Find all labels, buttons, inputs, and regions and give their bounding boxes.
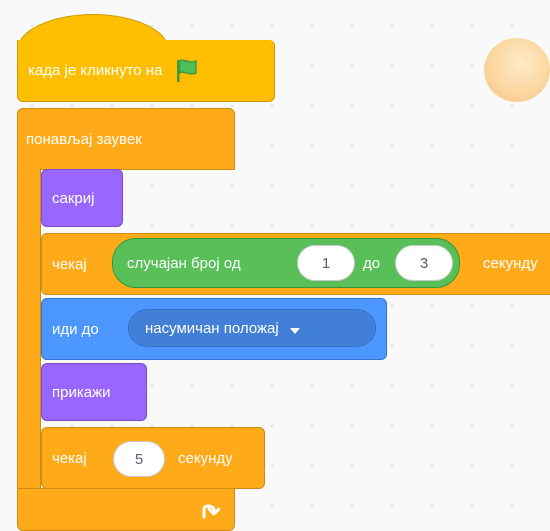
sprite-thumbnail <box>484 38 550 102</box>
seconds-label: секунду <box>483 255 538 272</box>
wait2-seconds-label: секунду <box>178 450 233 467</box>
random-from-input[interactable]: 1 <box>297 245 355 281</box>
when-flag-clicked-block[interactable]: када је кликнуто на <box>17 40 275 102</box>
forever-arm[interactable] <box>17 168 41 490</box>
hide-block[interactable]: сакриј <box>41 169 123 227</box>
green-flag-icon <box>174 58 202 84</box>
wait-label: чекај <box>52 255 87 273</box>
random-to-input[interactable]: 3 <box>395 245 453 281</box>
wait2-input[interactable]: 5 <box>113 441 165 477</box>
goto-target-dropdown[interactable]: насумичан положај <box>128 309 376 347</box>
code-area[interactable]: када је кликнуто на понављај заувек сакр… <box>0 0 550 531</box>
forever-block[interactable]: понављај заувек <box>17 108 235 170</box>
goto-label: иди до <box>52 320 99 338</box>
forever-bottom[interactable] <box>17 488 235 531</box>
dropdown-caret-icon <box>289 323 301 334</box>
goto-target-value: насумичан положај <box>145 319 279 337</box>
show-label: прикажи <box>52 383 111 401</box>
when-flag-clicked-label: када је кликнуто на <box>28 62 163 79</box>
loop-arrow-icon <box>198 499 221 521</box>
random-label: случајан број од <box>127 254 241 272</box>
forever-label: понављај заувек <box>26 130 142 148</box>
hide-label: сакриј <box>52 189 95 207</box>
wait2-label: чекај <box>52 449 87 467</box>
random-to-label: до <box>363 255 381 272</box>
show-block[interactable]: прикажи <box>41 363 147 421</box>
